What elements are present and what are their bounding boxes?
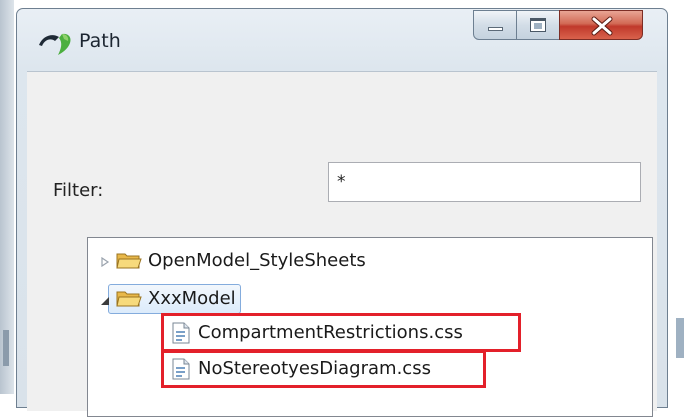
tree-item-compartmentrestrictions-css[interactable]: CompartmentRestrictions.css <box>88 318 518 348</box>
tree-item-nostereotyesdiagram-css[interactable]: NoStereotyesDiagram.css <box>88 354 488 384</box>
expand-arrow-icon[interactable] <box>100 257 110 267</box>
open-folder-icon <box>116 291 142 307</box>
tree-item-label: CompartmentRestrictions.css <box>198 322 463 343</box>
css-file-icon <box>172 358 190 380</box>
background-scrollbar-fragment <box>3 330 9 366</box>
maximize-icon <box>530 18 546 32</box>
background-window-edge-left <box>0 0 14 394</box>
folder-icon <box>116 253 142 269</box>
tree-item-label: NoStereotyesDiagram.css <box>198 358 431 379</box>
eclipse-path-icon <box>39 33 71 55</box>
path-dialog: Path Filter: * OpenModel_StyleSheets Xxx… <box>16 8 668 417</box>
close-icon <box>591 16 613 36</box>
filter-input[interactable] <box>328 162 641 202</box>
maximize-button[interactable] <box>516 10 560 40</box>
filter-label: Filter: <box>53 180 104 201</box>
close-button[interactable] <box>559 10 643 40</box>
maximize-icon-inner <box>534 23 542 29</box>
tree-item-label: XxxModel <box>148 288 236 309</box>
tree-item-label: OpenModel_StyleSheets <box>148 250 366 271</box>
caption-buttons <box>473 10 643 42</box>
background-scrollbar-fragment-right <box>676 318 684 358</box>
title-bar[interactable]: Path <box>17 9 667 71</box>
window-title: Path <box>79 30 121 52</box>
minimize-button[interactable] <box>473 10 517 40</box>
dialog-client-area: Filter: OpenModel_StyleSheets <box>27 71 657 417</box>
css-file-icon <box>172 322 190 344</box>
tree-item-xxxmodel[interactable]: XxxModel <box>88 284 488 314</box>
path-tree[interactable]: OpenModel_StyleSheets XxxModel Compartme… <box>87 237 653 417</box>
minimize-icon <box>488 27 503 31</box>
tree-item-openmodel-stylesheets[interactable]: OpenModel_StyleSheets <box>88 246 488 276</box>
collapse-arrow-icon[interactable] <box>100 296 110 306</box>
